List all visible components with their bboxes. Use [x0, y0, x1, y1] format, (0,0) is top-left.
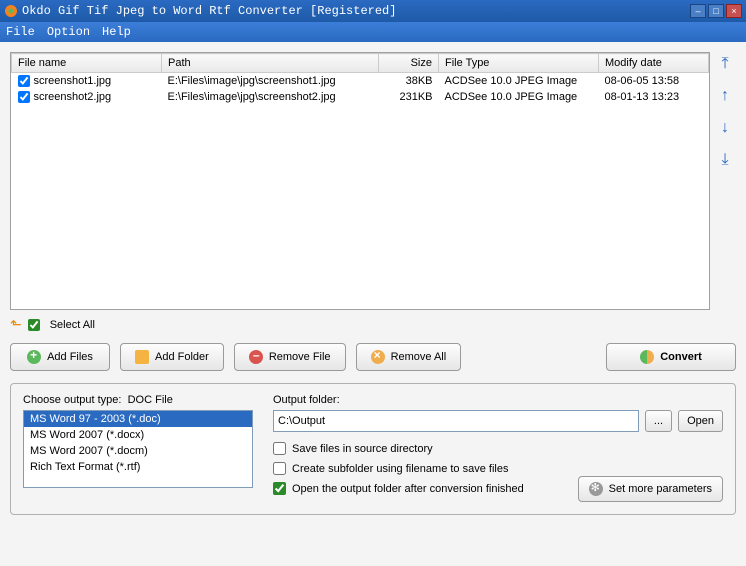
app-icon: [4, 4, 18, 18]
cell-filename: screenshot1.jpg: [34, 75, 112, 87]
check-open-after-label: Open the output folder after conversion …: [292, 483, 524, 495]
cell-path: E:\Files\image\jpg\screenshot1.jpg: [162, 73, 379, 90]
check-save-source[interactable]: [273, 442, 286, 455]
cell-size: 38KB: [379, 73, 439, 90]
move-top-button[interactable]: ⤒: [715, 54, 735, 74]
gear-icon: [589, 482, 603, 496]
add-folder-label: Add Folder: [155, 351, 209, 363]
col-size[interactable]: Size: [379, 54, 439, 73]
check-create-sub-row: Create subfolder using filename to save …: [273, 462, 578, 475]
menubar: File Option Help: [0, 22, 746, 42]
folder-icon: [135, 350, 149, 364]
menu-help[interactable]: Help: [102, 25, 131, 39]
content-area: File name Path Size File Type Modify dat…: [0, 42, 746, 566]
col-path[interactable]: Path: [162, 54, 379, 73]
listbox-item[interactable]: MS Word 97 - 2003 (*.doc): [24, 411, 252, 427]
close-button[interactable]: ×: [726, 4, 742, 18]
action-button-row: Add Files Add Folder Remove File Remove …: [10, 343, 736, 371]
maximize-button[interactable]: □: [708, 4, 724, 18]
check-open-after-row: Open the output folder after conversion …: [273, 482, 578, 495]
minus-icon: [249, 350, 263, 364]
output-folder-input[interactable]: [273, 410, 639, 432]
check-save-source-label: Save files in source directory: [292, 443, 433, 455]
cell-modify: 08-06-05 13:58: [599, 73, 709, 90]
table-row[interactable]: screenshot1.jpg E:\Files\image\jpg\scree…: [12, 73, 709, 90]
row-checkbox[interactable]: [18, 91, 30, 103]
col-filetype[interactable]: File Type: [439, 54, 599, 73]
convert-label: Convert: [660, 351, 702, 363]
col-modify[interactable]: Modify date: [599, 54, 709, 73]
titlebar: Okdo Gif Tif Jpeg to Word Rtf Converter …: [0, 0, 746, 22]
options-row: Save files in source directory Create su…: [273, 442, 723, 502]
remove-all-button[interactable]: Remove All: [356, 343, 462, 371]
window-controls: – □ ×: [690, 4, 742, 18]
minimize-button[interactable]: –: [690, 4, 706, 18]
window-title: Okdo Gif Tif Jpeg to Word Rtf Converter …: [22, 4, 690, 18]
menu-option[interactable]: Option: [47, 25, 90, 39]
check-open-after[interactable]: [273, 482, 286, 495]
listbox-item[interactable]: MS Word 2007 (*.docm): [24, 443, 252, 459]
file-table: File name Path Size File Type Modify dat…: [11, 53, 709, 105]
choose-output-type-label: Choose output type: DOC File: [23, 394, 253, 406]
cell-path: E:\Files\image\jpg\screenshot2.jpg: [162, 89, 379, 105]
convert-icon: [640, 350, 654, 364]
output-type-column: Choose output type: DOC File MS Word 97 …: [23, 394, 253, 502]
col-filename[interactable]: File name: [12, 54, 162, 73]
check-create-sub[interactable]: [273, 462, 286, 475]
menu-file[interactable]: File: [6, 25, 35, 39]
cell-type: ACDSee 10.0 JPEG Image: [439, 73, 599, 90]
output-folder-label: Output folder:: [273, 394, 723, 406]
output-type-listbox[interactable]: MS Word 97 - 2003 (*.doc) MS Word 2007 (…: [23, 410, 253, 488]
remove-file-label: Remove File: [269, 351, 331, 363]
file-list-area: File name Path Size File Type Modify dat…: [10, 52, 736, 310]
row-checkbox[interactable]: [18, 75, 30, 87]
up-arrow-icon: ⬑: [10, 316, 22, 333]
cell-modify: 08-01-13 13:23: [599, 89, 709, 105]
output-folder-column: Output folder: ... Open Save files in so…: [273, 394, 723, 502]
listbox-item[interactable]: MS Word 2007 (*.docx): [24, 427, 252, 443]
checkbox-group: Save files in source directory Create su…: [273, 442, 578, 502]
check-create-sub-label: Create subfolder using filename to save …: [292, 463, 508, 475]
remove-file-button[interactable]: Remove File: [234, 343, 346, 371]
check-save-source-row: Save files in source directory: [273, 442, 578, 455]
current-type: DOC File: [128, 394, 173, 406]
settings-panel: Choose output type: DOC File MS Word 97 …: [10, 383, 736, 515]
add-files-label: Add Files: [47, 351, 93, 363]
select-all-checkbox[interactable]: [28, 319, 40, 331]
clear-icon: [371, 350, 385, 364]
reorder-arrows: ⤒ ↑ ↓ ⤓: [714, 52, 736, 310]
open-folder-button[interactable]: Open: [678, 410, 723, 432]
add-folder-button[interactable]: Add Folder: [120, 343, 224, 371]
cell-filename: screenshot2.jpg: [34, 91, 112, 103]
plus-icon: [27, 350, 41, 364]
move-bottom-button[interactable]: ⤓: [715, 150, 735, 170]
browse-button[interactable]: ...: [645, 410, 672, 432]
params-label: Set more parameters: [609, 483, 712, 495]
set-more-parameters-button[interactable]: Set more parameters: [578, 476, 723, 502]
move-down-button[interactable]: ↓: [715, 118, 735, 138]
output-folder-row: ... Open: [273, 410, 723, 432]
select-all-label: Select All: [50, 319, 95, 331]
listbox-item[interactable]: Rich Text Format (*.rtf): [24, 459, 252, 475]
table-row[interactable]: screenshot2.jpg E:\Files\image\jpg\scree…: [12, 89, 709, 105]
table-header-row: File name Path Size File Type Modify dat…: [12, 54, 709, 73]
convert-button[interactable]: Convert: [606, 343, 736, 371]
add-files-button[interactable]: Add Files: [10, 343, 110, 371]
cell-type: ACDSee 10.0 JPEG Image: [439, 89, 599, 105]
file-table-container: File name Path Size File Type Modify dat…: [10, 52, 710, 310]
remove-all-label: Remove All: [391, 351, 447, 363]
cell-size: 231KB: [379, 89, 439, 105]
move-up-button[interactable]: ↑: [715, 86, 735, 106]
select-all-row: ⬑ Select All: [10, 316, 736, 333]
